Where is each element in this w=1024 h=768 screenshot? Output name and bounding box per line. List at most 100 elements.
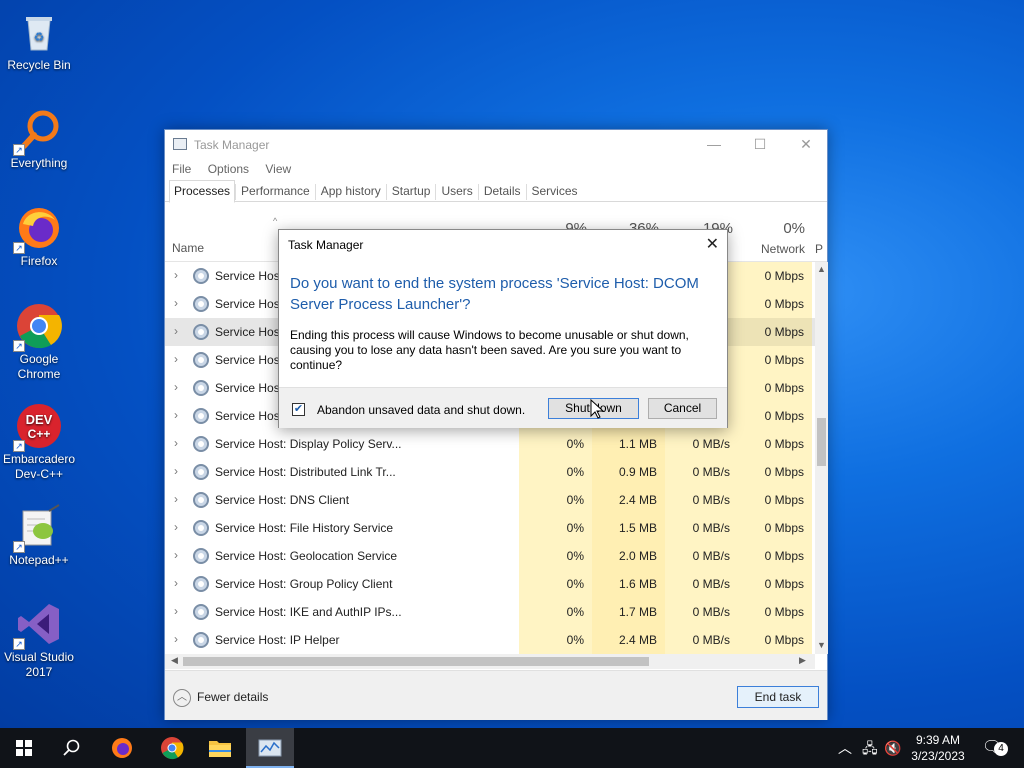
table-row[interactable]: › Service Host: Distributed Link Tr... 0% 0… <box>165 458 815 486</box>
notepad-plus-plus-icon: ↗ <box>13 503 63 553</box>
vertical-scroll-thumb[interactable] <box>817 418 826 466</box>
desktop-icon-recycle-bin[interactable]: ♻ Recycle Bin <box>2 8 76 73</box>
desktop-icon-visual-studio[interactable]: ↗ Visual Studio 2017 <box>2 600 76 680</box>
desktop-icon-firefox[interactable]: ↗ Firefox <box>2 204 76 269</box>
tab-details[interactable]: Details <box>479 180 526 201</box>
desktop-icon-label: Recycle Bin <box>7 58 71 72</box>
disk-cell: 0 MB/s <box>665 514 738 542</box>
tray-overflow-chevron-icon[interactable]: ︿ <box>838 728 852 768</box>
taskbar-file-explorer[interactable] <box>196 728 244 768</box>
table-row[interactable]: › Service Host: Group Policy Client 0% 1.6 … <box>165 570 815 598</box>
scroll-left-arrow-icon[interactable]: ◀ <box>168 655 181 666</box>
minimize-icon[interactable]: — <box>691 130 737 158</box>
expand-chevron-icon[interactable]: › <box>174 352 178 366</box>
table-row[interactable]: › Service Host: IKE and AuthIP IPs... 0% 1.… <box>165 598 815 626</box>
table-row[interactable]: › Service Host: File History Service 0% 1.5… <box>165 514 815 542</box>
tab-startup[interactable]: Startup <box>387 180 436 201</box>
network-cell: 0 Mbps <box>738 346 812 374</box>
desktop-icon-google-chrome[interactable]: ↗ Google Chrome <box>2 302 76 382</box>
tab-services[interactable]: Services <box>527 180 583 201</box>
expand-chevron-icon[interactable]: › <box>174 408 178 422</box>
network-cell: 0 Mbps <box>738 402 812 430</box>
expand-chevron-icon[interactable]: › <box>174 492 178 506</box>
taskbar-clock[interactable]: 9:39 AM 3/23/2023 <box>900 732 976 764</box>
start-button[interactable] <box>0 728 48 768</box>
search-icon <box>63 739 80 756</box>
expand-chevron-icon[interactable]: › <box>174 632 178 646</box>
task-manager-app-icon <box>173 138 187 150</box>
volume-muted-icon[interactable]: 🔇 <box>884 728 901 768</box>
expand-chevron-icon[interactable]: › <box>174 380 178 394</box>
column-network-label[interactable]: Network <box>745 242 805 256</box>
column-power-label[interactable]: P <box>815 242 825 256</box>
shortcut-arrow-icon: ↗ <box>13 340 25 352</box>
abandon-data-checkbox[interactable]: ✔ <box>292 403 305 416</box>
cancel-button[interactable]: Cancel <box>648 398 717 419</box>
close-icon[interactable]: ✕ <box>783 130 829 158</box>
column-network-percent[interactable]: 0% <box>755 220 805 237</box>
end-task-button[interactable]: End task <box>737 686 819 708</box>
expand-chevron-icon[interactable]: › <box>174 436 178 450</box>
scroll-right-arrow-icon[interactable]: ▶ <box>796 655 809 666</box>
visual-studio-icon: ↗ <box>13 600 63 650</box>
abandon-data-label[interactable]: Abandon unsaved data and shut down. <box>317 403 525 417</box>
folder-icon <box>209 741 231 757</box>
tab-users[interactable]: Users <box>436 180 477 201</box>
tab-processes[interactable]: Processes <box>169 180 236 203</box>
column-name[interactable]: Name <box>172 241 204 255</box>
taskbar-firefox[interactable] <box>98 728 146 768</box>
search-button[interactable] <box>48 728 96 768</box>
expand-chevron-icon[interactable]: › <box>174 604 178 618</box>
expand-chevron-icon[interactable]: › <box>174 576 178 590</box>
maximize-icon[interactable]: ☐ <box>737 130 783 158</box>
expand-chevron-icon[interactable]: › <box>174 548 178 562</box>
expand-chevron-icon[interactable]: › <box>174 520 178 534</box>
network-icon[interactable]: 🖧 <box>862 728 878 768</box>
desktop-icon-devcpp[interactable]: DEV C++ ↗ Embarcadero Dev-C++ <box>2 402 76 482</box>
tab-app-history[interactable]: App history <box>316 180 386 201</box>
horizontal-scroll-thumb[interactable] <box>183 657 649 666</box>
memory-cell: 2.4 MB <box>592 626 665 654</box>
network-cell: 0 Mbps <box>738 570 812 598</box>
table-row[interactable]: › Service Host: IP Helper 0% 2.4 MB 0 MB/s 0 … <box>165 626 815 654</box>
expand-chevron-icon[interactable]: › <box>174 464 178 478</box>
scroll-up-arrow-icon[interactable]: ▲ <box>815 264 828 274</box>
expand-chevron-icon[interactable]: › <box>174 268 178 282</box>
window-title: Task Manager <box>194 138 270 152</box>
menu-file[interactable]: File <box>172 158 191 180</box>
network-cell: 0 Mbps <box>738 598 812 626</box>
tab-performance[interactable]: Performance <box>236 180 315 201</box>
process-name: Service Host: DNS Client <box>215 493 350 507</box>
desktop-icon-label: Google Chrome <box>17 352 61 381</box>
table-row[interactable]: › Service Host: Display Policy Serv... 0% 1… <box>165 430 815 458</box>
svg-text:♻: ♻ <box>34 30 45 44</box>
notification-center-icon[interactable]: 🗨 4 <box>982 728 1008 768</box>
memory-cell: 0.9 MB <box>592 458 665 486</box>
expand-chevron-icon[interactable]: › <box>174 296 178 310</box>
desktop-icon-notepad-plus-plus[interactable]: ↗ Notepad++ <box>2 503 76 568</box>
table-row[interactable]: › Service Host: Geolocation Service 0% 2.0 … <box>165 542 815 570</box>
clock-time: 9:39 AM <box>915 733 961 747</box>
scroll-down-arrow-icon[interactable]: ▼ <box>815 640 828 650</box>
taskbar: ︿ 🖧 🔇 9:39 AM 3/23/2023 🗨 4 <box>0 728 1024 768</box>
taskbar-task-manager[interactable] <box>246 728 294 768</box>
horizontal-scrollbar[interactable]: ◀ ▶ <box>165 654 815 669</box>
table-row[interactable]: › Service Host: DNS Client 0% 2.4 MB 0 MB/s 0… <box>165 486 815 514</box>
disk-cell: 0 MB/s <box>665 598 738 626</box>
desktop-icon-everything[interactable]: ↗ Everything <box>2 106 76 171</box>
title-bar[interactable]: Task Manager — ☐ ✕ <box>165 130 827 158</box>
fewer-details-button[interactable]: ︿ Fewer details <box>173 689 268 707</box>
memory-cell: 1.6 MB <box>592 570 665 598</box>
menu-options[interactable]: Options <box>208 158 249 180</box>
task-manager-icon <box>258 739 282 757</box>
desktop-icon-label: Notepad++ <box>9 553 69 567</box>
network-cell: 0 Mbps <box>738 430 812 458</box>
vertical-scrollbar[interactable]: ▲ ▼ <box>815 262 828 654</box>
shortcut-arrow-icon: ↗ <box>13 440 25 452</box>
menu-view[interactable]: View <box>265 158 291 180</box>
taskbar-chrome[interactable] <box>148 728 196 768</box>
end-process-dialog[interactable]: Task Manager ✕ Do you want to end the sy… <box>278 229 728 428</box>
dialog-close-icon[interactable]: ✕ <box>706 234 719 254</box>
network-cell: 0 Mbps <box>738 374 812 402</box>
expand-chevron-icon[interactable]: › <box>174 324 178 338</box>
